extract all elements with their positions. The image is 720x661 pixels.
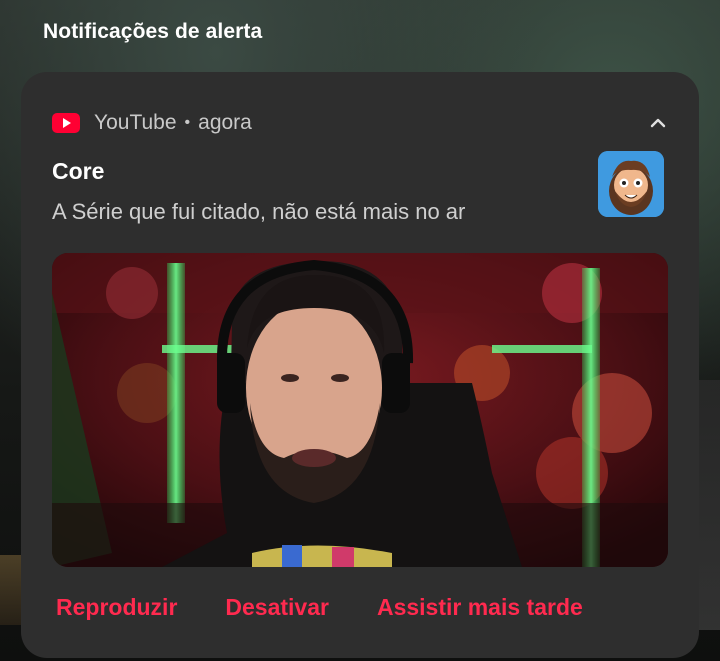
notification-text: A Série que fui citado, não está mais no… — [52, 199, 466, 224]
notification-card[interactable]: YouTube • agora Core A Série que fui cit… — [21, 72, 699, 658]
notification-header: YouTube • agora — [52, 110, 252, 136]
disable-button[interactable]: Desativar — [225, 594, 329, 621]
header-separator: • — [184, 114, 191, 131]
background-edge-right — [698, 380, 720, 630]
collapse-button[interactable] — [645, 110, 671, 136]
notification-title: Core — [52, 158, 105, 184]
video-thumbnail[interactable] — [52, 253, 668, 567]
play-button[interactable]: Reproduzir — [56, 594, 177, 621]
section-title: Notificações de alerta — [43, 20, 263, 43]
background-edge-left — [0, 555, 22, 625]
youtube-icon — [52, 113, 80, 133]
watch-later-button[interactable]: Assistir mais tarde — [377, 594, 583, 621]
chevron-up-icon — [650, 118, 666, 128]
app-name: YouTube — [94, 111, 177, 134]
notification-time: agora — [198, 111, 252, 134]
notification-actions: Reproduzir Desativar Assistir mais tarde — [56, 594, 583, 621]
channel-avatar — [598, 151, 664, 217]
